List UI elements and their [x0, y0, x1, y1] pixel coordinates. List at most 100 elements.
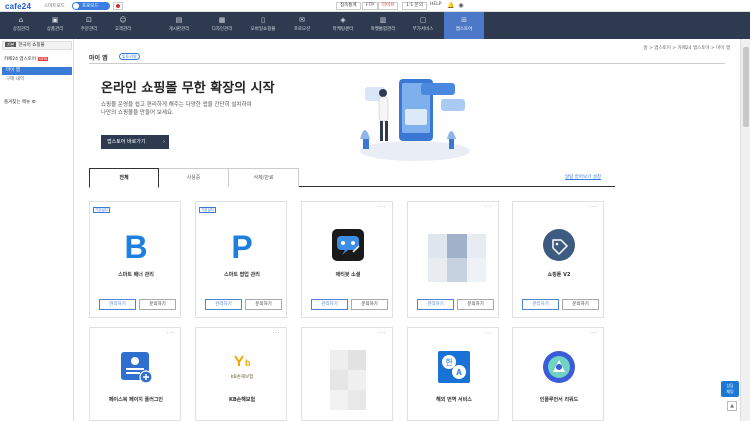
nav-label: 프로모션	[293, 27, 311, 32]
new-badge: NEW	[38, 57, 49, 61]
marketing-icon: ◈	[340, 16, 346, 24]
more-icon[interactable]: ···	[590, 330, 597, 337]
more-icon[interactable]: ···	[273, 330, 280, 337]
app-name: 해외 번역 서비스	[436, 397, 472, 403]
scroll-top-icon[interactable]: ▲	[727, 401, 737, 411]
more-icon[interactable]: ···	[167, 330, 174, 337]
nav-label: 앱스토어	[455, 27, 473, 32]
appstore-shortcut-button[interactable]: 앱스토어 바로가기 ›	[101, 135, 169, 149]
nav-label: 상점관리	[12, 27, 30, 32]
favorites-label: 즐겨찾는 메뉴	[4, 100, 31, 105]
people-icon: ☺	[119, 16, 127, 24]
hero-title: 온라인 쇼핑몰 무한 확장의 시작	[101, 81, 275, 96]
app-name: 쇼핑툰 V2	[547, 272, 571, 278]
tab-in-use[interactable]: 사용중	[159, 168, 229, 187]
app-tabs: 전체 사용중 삭제/만료	[89, 168, 615, 188]
page-scrollbar[interactable]	[740, 39, 750, 421]
sidebar-item-purchases[interactable]: 구매 내역	[2, 76, 72, 84]
app-card[interactable]: ··· 애티봇 소셜 관리하기 문의하기	[301, 201, 393, 318]
cafe24-logo[interactable]: cafe24	[5, 2, 31, 11]
more-icon[interactable]: ···	[379, 330, 386, 337]
nav-item-market[interactable]: ▥ 마켓통합관리	[366, 12, 400, 39]
nav-item-marketing[interactable]: ◈ 마케팅센터	[326, 12, 360, 39]
hero-desc-line-2: 나만의 쇼핑몰을 만들어 보세요.	[101, 110, 174, 116]
app-card[interactable]: ··· 한 A 해외 번역 서비스	[407, 327, 499, 421]
sidebar-favorites[interactable]: 즐겨찾는 메뉴 ⚙	[4, 99, 36, 105]
more-icon[interactable]: ···	[590, 204, 597, 211]
sidebar-item-my-app[interactable]: 마이 앱	[2, 67, 72, 75]
nav-item-addon[interactable]: ▢ 부가서비스	[406, 12, 440, 39]
app-card[interactable]: ··· 쇼핑툰 V2 관리하기 문의하기	[512, 201, 604, 318]
notification-icon[interactable]: 🔔	[447, 2, 455, 10]
app-card[interactable]: ··· 관리하기 문의하기	[407, 201, 499, 318]
nav-item-customers[interactable]: ☺ 고객관리	[106, 12, 140, 39]
nav-label: 고객관리	[114, 27, 132, 32]
app-name: 인플루언서 리워드	[539, 397, 579, 403]
hero-button-label: 앱스토어 바로가기	[107, 139, 146, 145]
nav-item-store[interactable]: ⌂ 상점관리	[4, 12, 38, 39]
more-icon[interactable]: ···	[379, 204, 386, 211]
inquiry-button[interactable]: 문의하기	[351, 299, 388, 310]
manage-button[interactable]: 관리하기	[417, 299, 454, 310]
nav-item-design[interactable]: ▦ 디자인관리	[205, 12, 239, 39]
inquiry-button[interactable]: 문의하기	[139, 299, 176, 310]
app-name: KB손해보험	[228, 397, 256, 403]
tab-all[interactable]: 전체	[89, 168, 159, 188]
main-nav: ⌂ 상점관리 ▣ 상품관리 ⊡ 주문관리 ☺ 고객관리 ▤ 게시판관리 ▦ 디자인관리 ▯ 모…	[0, 12, 750, 39]
market-icon: ▥	[379, 16, 387, 24]
nav-item-mobile[interactable]: ▯ 모바일쇼핑몰	[246, 12, 280, 39]
inquiry-button[interactable]: 문의하기	[457, 299, 494, 310]
price-tag-icon	[543, 229, 575, 261]
gear-icon: ⚙	[31, 100, 36, 105]
nav-item-board[interactable]: ▤ 게시판관리	[162, 12, 196, 39]
more-icon[interactable]: ···	[485, 330, 492, 337]
help-link[interactable]: HELP	[430, 2, 441, 7]
toggle-knob	[73, 3, 79, 9]
top-bar: cafe24 스마트모드 프로모드 접속통계 FTP 라이브 1:1 문의 HE…	[0, 0, 750, 12]
hero-desc-line-1: 쇼핑몰 운영을 쉽고 편리하게 해주는 다양한 앱을 간단히 설치하여	[101, 102, 252, 108]
live-button[interactable]: 라이브	[378, 2, 399, 10]
app-card[interactable]: ··· b KB손해보험 KB손해보험	[195, 327, 287, 421]
app-card[interactable]: ···	[301, 327, 393, 421]
notification-settings-link[interactable]: 알림 받아보기 설정	[565, 174, 601, 180]
app-card[interactable]: 기본설치 P 스마트 팝업 관리 관리하기 문의하기	[195, 201, 287, 318]
tab-deleted-expired[interactable]: 삭제/만료	[229, 168, 299, 187]
nav-label: 모바일쇼핑몰	[250, 27, 276, 32]
manage-button[interactable]: 관리하기	[205, 299, 242, 310]
chat-consult-button[interactable]: 상담 채팅	[721, 381, 739, 397]
manage-button[interactable]: 관리하기	[522, 299, 559, 310]
user-icon[interactable]: ◉	[457, 2, 465, 10]
nav-item-products[interactable]: ▣ 상품관리	[38, 12, 72, 39]
inquiry-button[interactable]: 1:1 문의	[402, 2, 427, 10]
app-card[interactable]: ··· 페이스북 페이지 플러그인	[89, 327, 181, 421]
more-icon[interactable]: ···	[485, 204, 492, 211]
mobile-icon: ▯	[261, 16, 265, 24]
sidebar-section-appstore: 카페24 앱스토어 NEW	[4, 56, 49, 62]
manage-button[interactable]: 관리하기	[311, 299, 348, 310]
language-flag-icon[interactable]	[113, 2, 123, 10]
inquiry-button[interactable]: 문의하기	[245, 299, 282, 310]
app-card[interactable]: 기본설치 B 스마트 배너 관리 관리하기 문의하기	[89, 201, 181, 318]
nav-item-orders[interactable]: ⊡ 주문관리	[72, 12, 106, 39]
mode-toggle[interactable]: 프로모드	[72, 2, 110, 10]
ftp-button[interactable]: FTP	[362, 2, 378, 10]
scrollbar-thumb[interactable]	[743, 47, 749, 127]
stats-button[interactable]: 접속통계	[336, 2, 361, 10]
hero-description: 쇼핑몰 운영을 쉽고 편리하게 해주는 다양한 앱을 간단히 설치하여 나만의 …	[101, 101, 301, 117]
shop-selector[interactable]: 기본 한국어 쇼핑몰	[2, 41, 72, 50]
manage-button[interactable]: 관리하기	[99, 299, 136, 310]
default-install-badge: 기본설치	[93, 207, 110, 213]
inquiry-button[interactable]: 문의하기	[562, 299, 599, 310]
blurred-icon	[428, 234, 486, 282]
influencer-icon	[543, 351, 575, 383]
app-card[interactable]: ··· 인플루언서 리워드	[512, 327, 604, 421]
chevron-right-icon: ›	[163, 139, 165, 145]
tutorial-button[interactable]: 튜토리얼	[119, 53, 140, 60]
translate-icon: 한 A	[438, 351, 470, 383]
smartmode-label: 스마트모드	[44, 4, 65, 9]
p-letter-icon: P	[231, 229, 252, 262]
nav-item-appstore[interactable]: ⊞ 앱스토어	[444, 12, 484, 39]
product-icon: ▣	[51, 16, 59, 24]
nav-item-promotion[interactable]: ✉ 프로모션	[285, 12, 319, 39]
nav-label: 상품관리	[46, 27, 64, 32]
